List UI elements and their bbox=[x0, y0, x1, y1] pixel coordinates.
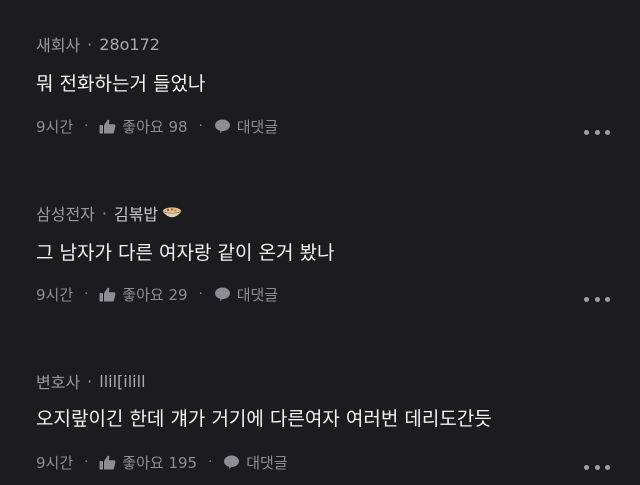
more-dot bbox=[605, 296, 610, 302]
comment-text: 뭐 전화하는거 들었나 bbox=[36, 73, 206, 95]
reply-label: 대댓글 bbox=[236, 286, 279, 304]
reply-label: 대댓글 bbox=[236, 118, 279, 136]
separator: · bbox=[101, 203, 107, 223]
comment-author: 변호사 · llil[ilill bbox=[36, 369, 146, 393]
more-dot bbox=[605, 464, 610, 470]
reply-button[interactable]: 대댓글 bbox=[214, 116, 278, 137]
thumbs-up-icon bbox=[99, 119, 116, 134]
speech-bubble-icon bbox=[224, 455, 240, 470]
more-dot bbox=[594, 296, 600, 302]
like-count: 좋아요 98 bbox=[122, 118, 188, 136]
like-button[interactable]: 좋아요 98 bbox=[99, 116, 188, 137]
comment-item: 변호사 · llil[ilill 오지랖이긴 한데 걔가 거기에 다른여자 여러… bbox=[0, 335, 640, 485]
like-count: 좋아요 195 bbox=[122, 454, 198, 472]
more-options-button[interactable] bbox=[584, 295, 610, 303]
more-options-button[interactable] bbox=[584, 128, 610, 136]
author-nickname[interactable]: 28o172 bbox=[99, 35, 160, 54]
comment-text: 그 남자가 다른 여자랑 같이 온거 봤나 bbox=[36, 242, 335, 264]
author-company: 변호사 bbox=[36, 373, 81, 392]
comment-time: 9시간 bbox=[36, 454, 74, 472]
separator: · bbox=[84, 455, 89, 470]
comment-author: 삼성전자 · 김볶밥 bbox=[36, 201, 183, 225]
separator: · bbox=[84, 287, 89, 302]
separator: · bbox=[198, 119, 203, 134]
separator: · bbox=[87, 371, 93, 391]
thumbs-up-icon bbox=[99, 455, 116, 470]
speech-bubble-icon bbox=[214, 119, 230, 134]
speech-bubble-icon bbox=[214, 287, 230, 302]
thumbs-up-icon bbox=[99, 287, 116, 302]
separator: · bbox=[87, 34, 93, 54]
comment-item: 삼성전자 · 김볶밥 그 남자가 다른 여자랑 같이 온거 봤나 9시간 · 좋… bbox=[0, 165, 640, 335]
more-dot bbox=[594, 464, 600, 470]
author-nickname[interactable]: llil[ilill bbox=[99, 372, 145, 391]
more-options-button[interactable] bbox=[584, 463, 610, 471]
separator: · bbox=[84, 119, 89, 134]
comment-actions: 9시간 · 좋아요 195 · 대댓글 bbox=[36, 452, 288, 473]
like-count: 좋아요 29 bbox=[122, 286, 188, 304]
more-dot bbox=[605, 129, 610, 135]
reply-label: 대댓글 bbox=[246, 454, 288, 472]
author-nickname[interactable]: 김볶밥 bbox=[114, 201, 158, 225]
rice-bowl-icon bbox=[162, 207, 182, 218]
separator: · bbox=[208, 455, 213, 470]
like-button[interactable]: 좋아요 195 bbox=[99, 452, 197, 473]
comment-actions: 9시간 · 좋아요 29 · 대댓글 bbox=[36, 284, 278, 305]
reply-button[interactable]: 대댓글 bbox=[214, 284, 278, 305]
reply-button[interactable]: 대댓글 bbox=[223, 452, 288, 473]
comment-text: 오지랖이긴 한데 걔가 거기에 다른여자 여러번 데리도간듯 bbox=[36, 408, 492, 430]
author-company: 삼성전자 bbox=[36, 205, 95, 224]
comment-time: 9시간 bbox=[36, 118, 74, 136]
more-dot bbox=[594, 129, 600, 135]
more-dots-icon bbox=[584, 296, 589, 302]
comment-actions: 9시간 · 좋아요 98 · 대댓글 bbox=[36, 116, 278, 137]
comment-item: 새회사 · 28o172 뭐 전화하는거 들었나 9시간 · 좋아요 98 · … bbox=[0, 0, 640, 165]
more-dots-icon bbox=[584, 129, 589, 135]
more-dots-icon bbox=[584, 464, 589, 470]
comment-author: 새회사 · 28o172 bbox=[36, 32, 160, 56]
separator: · bbox=[198, 287, 203, 302]
like-button[interactable]: 좋아요 29 bbox=[99, 284, 188, 305]
comment-time: 9시간 bbox=[36, 286, 74, 304]
author-company: 새회사 bbox=[36, 36, 81, 55]
